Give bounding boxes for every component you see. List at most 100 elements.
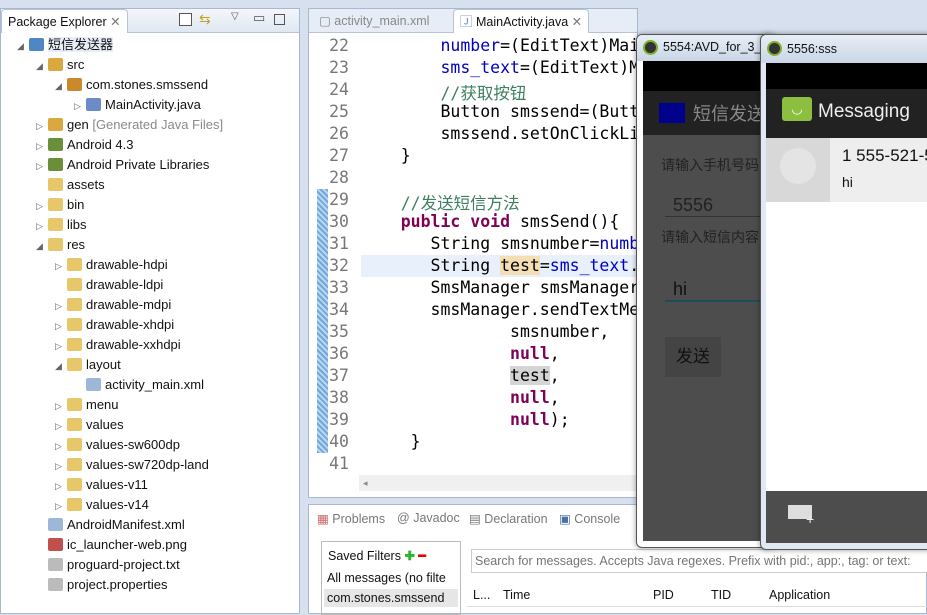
remove-filter-icon[interactable]: ━ bbox=[418, 549, 426, 563]
emulator-title-bar[interactable]: 5554:AVD_for_3_ bbox=[637, 35, 775, 61]
tree-item[interactable]: ◢ src bbox=[36, 55, 84, 75]
filter-all-messages[interactable]: All messages (no filte bbox=[322, 569, 460, 587]
code-line[interactable]: null, bbox=[361, 344, 560, 363]
tree-item[interactable]: project.properties bbox=[36, 575, 167, 595]
code-line[interactable]: smsManager.sendTextMe bbox=[361, 300, 640, 319]
tree-item[interactable]: ▷ drawable-xxhdpi bbox=[55, 335, 181, 355]
code-line[interactable]: null); bbox=[361, 410, 570, 429]
tree-item[interactable]: ▷ drawable-hdpi bbox=[55, 255, 168, 275]
collapse-all-icon[interactable] bbox=[179, 13, 192, 26]
code-line[interactable]: //发送短信方法 bbox=[361, 190, 520, 214]
tree-item[interactable]: ▷ values-v14 bbox=[55, 495, 149, 515]
tree-item[interactable]: ◢ 短信发送器 bbox=[17, 35, 114, 56]
code-line[interactable]: smsnumber, bbox=[361, 322, 609, 341]
expanded-arrow-icon[interactable]: ◢ bbox=[36, 236, 48, 256]
collapsed-arrow-icon[interactable]: ▷ bbox=[55, 336, 67, 356]
code-line[interactable]: smssend.setOnClickLi bbox=[361, 124, 639, 143]
column-pid[interactable]: PID bbox=[653, 583, 674, 607]
maximize-icon[interactable] bbox=[274, 14, 285, 25]
code-line[interactable]: number=(EditText)Mai bbox=[361, 36, 639, 55]
tree-item[interactable]: ▷ menu bbox=[55, 395, 119, 415]
expanded-arrow-icon[interactable]: ◢ bbox=[55, 76, 67, 96]
collapsed-arrow-icon[interactable]: ▷ bbox=[55, 256, 67, 276]
collapsed-arrow-icon[interactable]: ▷ bbox=[55, 296, 67, 316]
close-icon[interactable]: ✕ bbox=[110, 15, 120, 29]
code-line[interactable]: String smsnumber=numb bbox=[361, 234, 640, 253]
tree-item[interactable]: ▷ Android 4.3 bbox=[36, 135, 134, 155]
code-line[interactable]: sms_text=(EditText)M bbox=[361, 58, 639, 77]
code-line[interactable]: } bbox=[361, 146, 411, 165]
code-line[interactable]: public void smsSend(){ bbox=[361, 212, 620, 231]
collapsed-arrow-icon[interactable]: ▷ bbox=[36, 116, 48, 136]
close-icon[interactable]: ✕ bbox=[572, 15, 582, 29]
link-with-editor-icon[interactable]: ⇆ bbox=[199, 11, 211, 28]
collapsed-arrow-icon[interactable]: ▷ bbox=[36, 196, 48, 216]
emulator-window-5554[interactable]: 5554:AVD_for_3_ 短信发送 请输入手机号码 5556 请输入短信内… bbox=[636, 34, 776, 548]
tree-item[interactable]: ▷ values-sw720dp-land bbox=[55, 455, 209, 475]
view-menu-icon[interactable]: ▽ bbox=[231, 11, 239, 22]
tree-item[interactable]: assets bbox=[36, 175, 105, 195]
tab-problems[interactable]: ▦ Problems bbox=[317, 511, 385, 526]
tree-item[interactable]: ▷ values bbox=[55, 415, 124, 435]
code-line[interactable]: String test=sms_text. bbox=[361, 256, 639, 275]
collapsed-arrow-icon[interactable]: ▷ bbox=[36, 216, 48, 236]
conversation-list-item[interactable]: 1 555-521-5 hi bbox=[766, 138, 927, 202]
code-line[interactable]: SmsManager smsManager bbox=[361, 278, 640, 297]
tree-item[interactable]: ▷ MainActivity.java bbox=[74, 95, 201, 115]
filter-com-stones-smssend[interactable]: com.stones.smssend bbox=[324, 589, 458, 607]
send-button[interactable]: 发送 bbox=[665, 337, 721, 377]
tree-item[interactable]: ◢ layout bbox=[55, 355, 121, 375]
tab-console[interactable]: ▣ Console bbox=[559, 511, 620, 526]
tab-declaration[interactable]: ▤ Declaration bbox=[469, 511, 548, 526]
collapsed-arrow-icon[interactable]: ▷ bbox=[55, 476, 67, 496]
code-line[interactable]: } bbox=[361, 432, 421, 451]
tree-item[interactable]: ic_launcher-web.png bbox=[36, 535, 187, 555]
column-tid[interactable]: TID bbox=[711, 583, 731, 607]
collapsed-arrow-icon[interactable]: ▷ bbox=[36, 136, 48, 156]
tab-package-explorer[interactable]: Package Explorer ✕ bbox=[1, 9, 128, 33]
logcat-search-input[interactable] bbox=[471, 549, 927, 573]
tree-item[interactable]: proguard-project.txt bbox=[36, 555, 180, 575]
code-line[interactable]: null, bbox=[361, 388, 560, 407]
expanded-arrow-icon[interactable]: ◢ bbox=[36, 56, 48, 76]
collapsed-arrow-icon[interactable]: ▷ bbox=[55, 496, 67, 516]
tree-item[interactable]: ▷ drawable-xhdpi bbox=[55, 315, 174, 335]
code-line[interactable]: //获取按钮 bbox=[361, 80, 526, 104]
line-number: 37 bbox=[329, 366, 349, 385]
emulator-window-5556[interactable]: 5556:sss ◡ Messaging 1 555-521-5 hi + bbox=[760, 34, 927, 550]
add-filter-icon[interactable]: ✚ bbox=[404, 549, 414, 563]
column-time[interactable]: Time bbox=[503, 583, 530, 607]
code-line[interactable]: test, bbox=[361, 366, 560, 385]
collapsed-arrow-icon[interactable]: ▷ bbox=[55, 316, 67, 336]
column-application[interactable]: Application bbox=[769, 583, 830, 607]
column-level[interactable]: L... bbox=[473, 583, 490, 607]
minimize-icon[interactable]: ▭ bbox=[253, 10, 265, 26]
emulator-title-bar[interactable]: 5556:sss bbox=[761, 35, 927, 63]
code-editor[interactable]: ▢ activity_main.xml 🄹 MainActivity.java … bbox=[308, 8, 640, 498]
expanded-arrow-icon[interactable]: ◢ bbox=[17, 36, 29, 56]
tree-item[interactable]: ▷ Android Private Libraries bbox=[36, 155, 209, 175]
tree-item[interactable]: ◢ com.stones.smssend bbox=[55, 75, 208, 95]
tab-main-activity-java[interactable]: 🄹 MainActivity.java ✕ bbox=[453, 9, 590, 33]
tree-item[interactable]: AndroidManifest.xml bbox=[36, 515, 185, 535]
collapsed-arrow-icon[interactable]: ▷ bbox=[36, 156, 48, 176]
tree-item[interactable]: ▷ bin bbox=[36, 195, 84, 215]
collapsed-arrow-icon[interactable]: ▷ bbox=[55, 436, 67, 456]
tab-activity-main-xml[interactable]: ▢ activity_main.xml bbox=[313, 9, 435, 33]
expanded-arrow-icon[interactable]: ◢ bbox=[55, 356, 67, 376]
collapsed-arrow-icon[interactable]: ▷ bbox=[55, 396, 67, 416]
collapsed-arrow-icon[interactable]: ▷ bbox=[55, 456, 67, 476]
code-line[interactable]: Button smssend=(Butt bbox=[361, 102, 639, 121]
tree-item[interactable]: ▷ drawable-mdpi bbox=[55, 295, 171, 315]
collapsed-arrow-icon[interactable]: ▷ bbox=[55, 416, 67, 436]
tree-item[interactable]: ▷ values-v11 bbox=[55, 475, 148, 495]
collapsed-arrow-icon[interactable]: ▷ bbox=[74, 96, 86, 116]
tree-item[interactable]: ◢ res bbox=[36, 235, 85, 255]
tree-item[interactable]: ▷ gen [Generated Java Files] bbox=[36, 115, 223, 135]
tree-item[interactable]: ▷ libs bbox=[36, 215, 87, 235]
tree-item[interactable]: ▷ values-sw600dp bbox=[55, 435, 180, 455]
tree-item[interactable]: drawable-ldpi bbox=[55, 275, 163, 295]
horizontal-scrollbar[interactable]: ◂ bbox=[359, 475, 637, 491]
tab-javadoc[interactable]: @ Javadoc bbox=[397, 511, 460, 525]
tree-item[interactable]: activity_main.xml bbox=[74, 375, 204, 395]
